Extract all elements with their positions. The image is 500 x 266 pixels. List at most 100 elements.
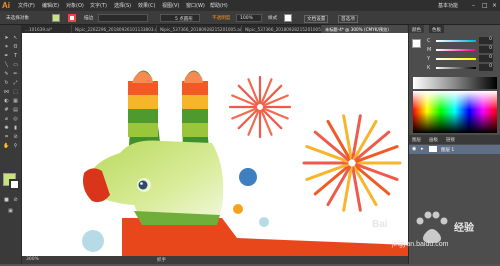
c-track[interactable] (436, 40, 476, 42)
layer-name[interactable]: 图层 1 (441, 147, 454, 153)
direct-selection-tool-icon[interactable]: ↖ (12, 35, 19, 42)
brush-value: 5 点圆形 (175, 17, 193, 22)
artwork (82, 70, 408, 256)
menu-help[interactable]: 帮助(H) (210, 2, 228, 9)
tools-panel: ➤ ↖ ✶ ʘ ✒ T ╲ ▭ ✎ ✏ ↻ ⤢ ⋈ ⬚ ◐ ▦ # ▤ ⌀ ◎ … (0, 25, 22, 264)
lasso-icon[interactable]: ʘ (12, 44, 19, 51)
type-tool-icon[interactable]: T (12, 53, 19, 60)
layers-panel-tabs: 图层 画板 链接 (409, 135, 500, 144)
status-bar: 300% 抓手 (22, 256, 408, 264)
document-tabs: ...101639.ai* Nipic_2262296_201809261011… (22, 25, 408, 33)
control-bar: 未选择对象 描边 5 点圆形 不透明度 100% 样式 文档设置 首选项 (0, 11, 500, 25)
menu-view[interactable]: 视图(V) (162, 2, 179, 9)
y-track[interactable] (436, 58, 476, 60)
brush-field[interactable]: 5 点圆形 (160, 14, 200, 22)
slider-m: M 0 (427, 46, 493, 53)
visibility-eye-icon[interactable]: ◉ (412, 146, 416, 152)
style-label[interactable]: 样式 (268, 15, 277, 21)
close-icon[interactable]: × (492, 2, 497, 9)
firework-large-mixed (302, 114, 402, 212)
style-swatch[interactable] (284, 14, 292, 22)
firework-small-red (228, 75, 292, 139)
menu-bar: Ai 文件(F) 编辑(E) 对象(O) 文字(T) 选择(S) 效果(C) 视… (0, 0, 500, 11)
menu-file[interactable]: 文件(F) (18, 2, 35, 9)
stroke-swatch[interactable] (68, 14, 76, 22)
tab-doc-3[interactable]: Nipic_537366_20180928215201005.ai* (157, 25, 242, 33)
gradient-tool-icon[interactable]: ▤ (12, 107, 19, 114)
menu-select[interactable]: 选择(S) (114, 2, 131, 9)
stroke-label[interactable]: 描边 (84, 15, 93, 21)
symbol-sprayer-icon[interactable]: ✺ (3, 125, 10, 132)
free-transform-icon[interactable]: ⬚ (12, 89, 19, 96)
artboard-canvas[interactable] (22, 33, 408, 256)
none-mode-icon[interactable]: ⊘ (12, 197, 19, 204)
menu-type[interactable]: 文字(T) (90, 2, 107, 9)
eye-highlight (140, 182, 143, 185)
screen-mode-icon[interactable]: ▣ (7, 208, 14, 215)
artboard-tool-icon[interactable]: ⌗ (3, 134, 10, 141)
menu-object[interactable]: 对象(O) (66, 2, 84, 9)
line-tool-icon[interactable]: ╲ (3, 62, 10, 69)
opacity-value: 100% (240, 16, 253, 21)
selection-tool-icon[interactable]: ➤ (3, 35, 10, 42)
perspective-grid-icon[interactable]: ▦ (12, 98, 19, 105)
tab-doc-4[interactable]: Nipic_537366_20180928215201005.ai* (242, 25, 322, 33)
rotate-tool-icon[interactable]: ↻ (3, 80, 10, 87)
width-tool-icon[interactable]: ⋈ (3, 89, 10, 96)
graph-tool-icon[interactable]: ▮ (12, 125, 19, 132)
zoom-tool-icon[interactable]: ⚲ (12, 143, 19, 150)
slider-k: K 0 (427, 64, 493, 71)
opacity-field[interactable]: 100% (236, 14, 262, 22)
brush-tool-icon[interactable]: ✎ (3, 71, 10, 78)
tab-links[interactable]: 链接 (446, 137, 455, 143)
minimize-icon[interactable]: – (472, 2, 475, 9)
zoom-level[interactable]: 300% (26, 257, 39, 262)
opacity-label[interactable]: 不透明度 (212, 15, 230, 21)
tab-swatches[interactable]: 色板 (429, 25, 444, 33)
tab-doc-active[interactable]: 未标题-4* @ 300% (CMYK/预览) (322, 25, 408, 33)
tab-layers[interactable]: 图层 (412, 137, 421, 143)
menu-edit[interactable]: 编辑(E) (42, 2, 59, 9)
color-mode-icon[interactable]: ■ (3, 197, 10, 204)
workspace-switcher[interactable]: 基本功能 (438, 2, 458, 9)
current-tool-status: 抓手 (157, 258, 166, 263)
tab-artboards[interactable]: 画板 (429, 137, 438, 143)
baidu-paw-logo (416, 211, 448, 243)
eyedropper-icon[interactable]: ⌀ (3, 116, 10, 123)
slider-c: C 0 (427, 37, 493, 44)
shape-builder-icon[interactable]: ◐ (3, 98, 10, 105)
layer-row[interactable]: ◉ ▸ 图层 1 (409, 145, 500, 154)
orange-dot (233, 204, 243, 214)
tab-doc-1[interactable]: ...101639.ai* (22, 25, 72, 33)
stroke-color-box[interactable] (9, 179, 20, 190)
maximize-icon[interactable]: □ (482, 2, 488, 9)
tab-color[interactable]: 颜色 (409, 25, 424, 33)
baidu-watermark: Bai 经验 jingyan.baidu.com (372, 205, 500, 264)
color-spectrum[interactable] (413, 91, 497, 133)
rectangle-tool-icon[interactable]: ▭ (12, 62, 19, 69)
slice-tool-icon[interactable]: ⊘ (12, 134, 19, 141)
menu-effect[interactable]: 效果(C) (138, 2, 155, 9)
llama-head (88, 140, 224, 223)
hand-tool-icon[interactable]: ✋ (3, 143, 10, 150)
watermark-url: jingyan.baidu.com (392, 241, 449, 248)
pencil-tool-icon[interactable]: ✏ (12, 71, 19, 78)
grayscale-ramp[interactable] (413, 77, 497, 89)
fill-swatch[interactable] (52, 14, 60, 22)
m-track[interactable] (436, 49, 476, 51)
expand-triangle-icon[interactable]: ▸ (421, 146, 424, 152)
preferences-button[interactable]: 首选项 (338, 15, 358, 23)
pen-tool-icon[interactable]: ✒ (3, 53, 10, 60)
scale-tool-icon[interactable]: ⤢ (12, 80, 19, 87)
tab-doc-2[interactable]: Nipic_2262296_20180926101133803.ai* (72, 25, 157, 33)
stroke-weight-field[interactable] (98, 14, 148, 22)
selection-status: 未选择对象 (6, 16, 29, 21)
document-setup-button[interactable]: 文档设置 (304, 15, 329, 23)
k-track[interactable] (436, 67, 476, 69)
mesh-tool-icon[interactable]: # (3, 107, 10, 114)
blend-tool-icon[interactable]: ◎ (12, 116, 19, 123)
magic-wand-icon[interactable]: ✶ (3, 44, 10, 51)
color-fill-preview[interactable] (412, 39, 421, 48)
blue-dot-large (239, 168, 257, 186)
menu-window[interactable]: 窗口(W) (186, 2, 205, 9)
